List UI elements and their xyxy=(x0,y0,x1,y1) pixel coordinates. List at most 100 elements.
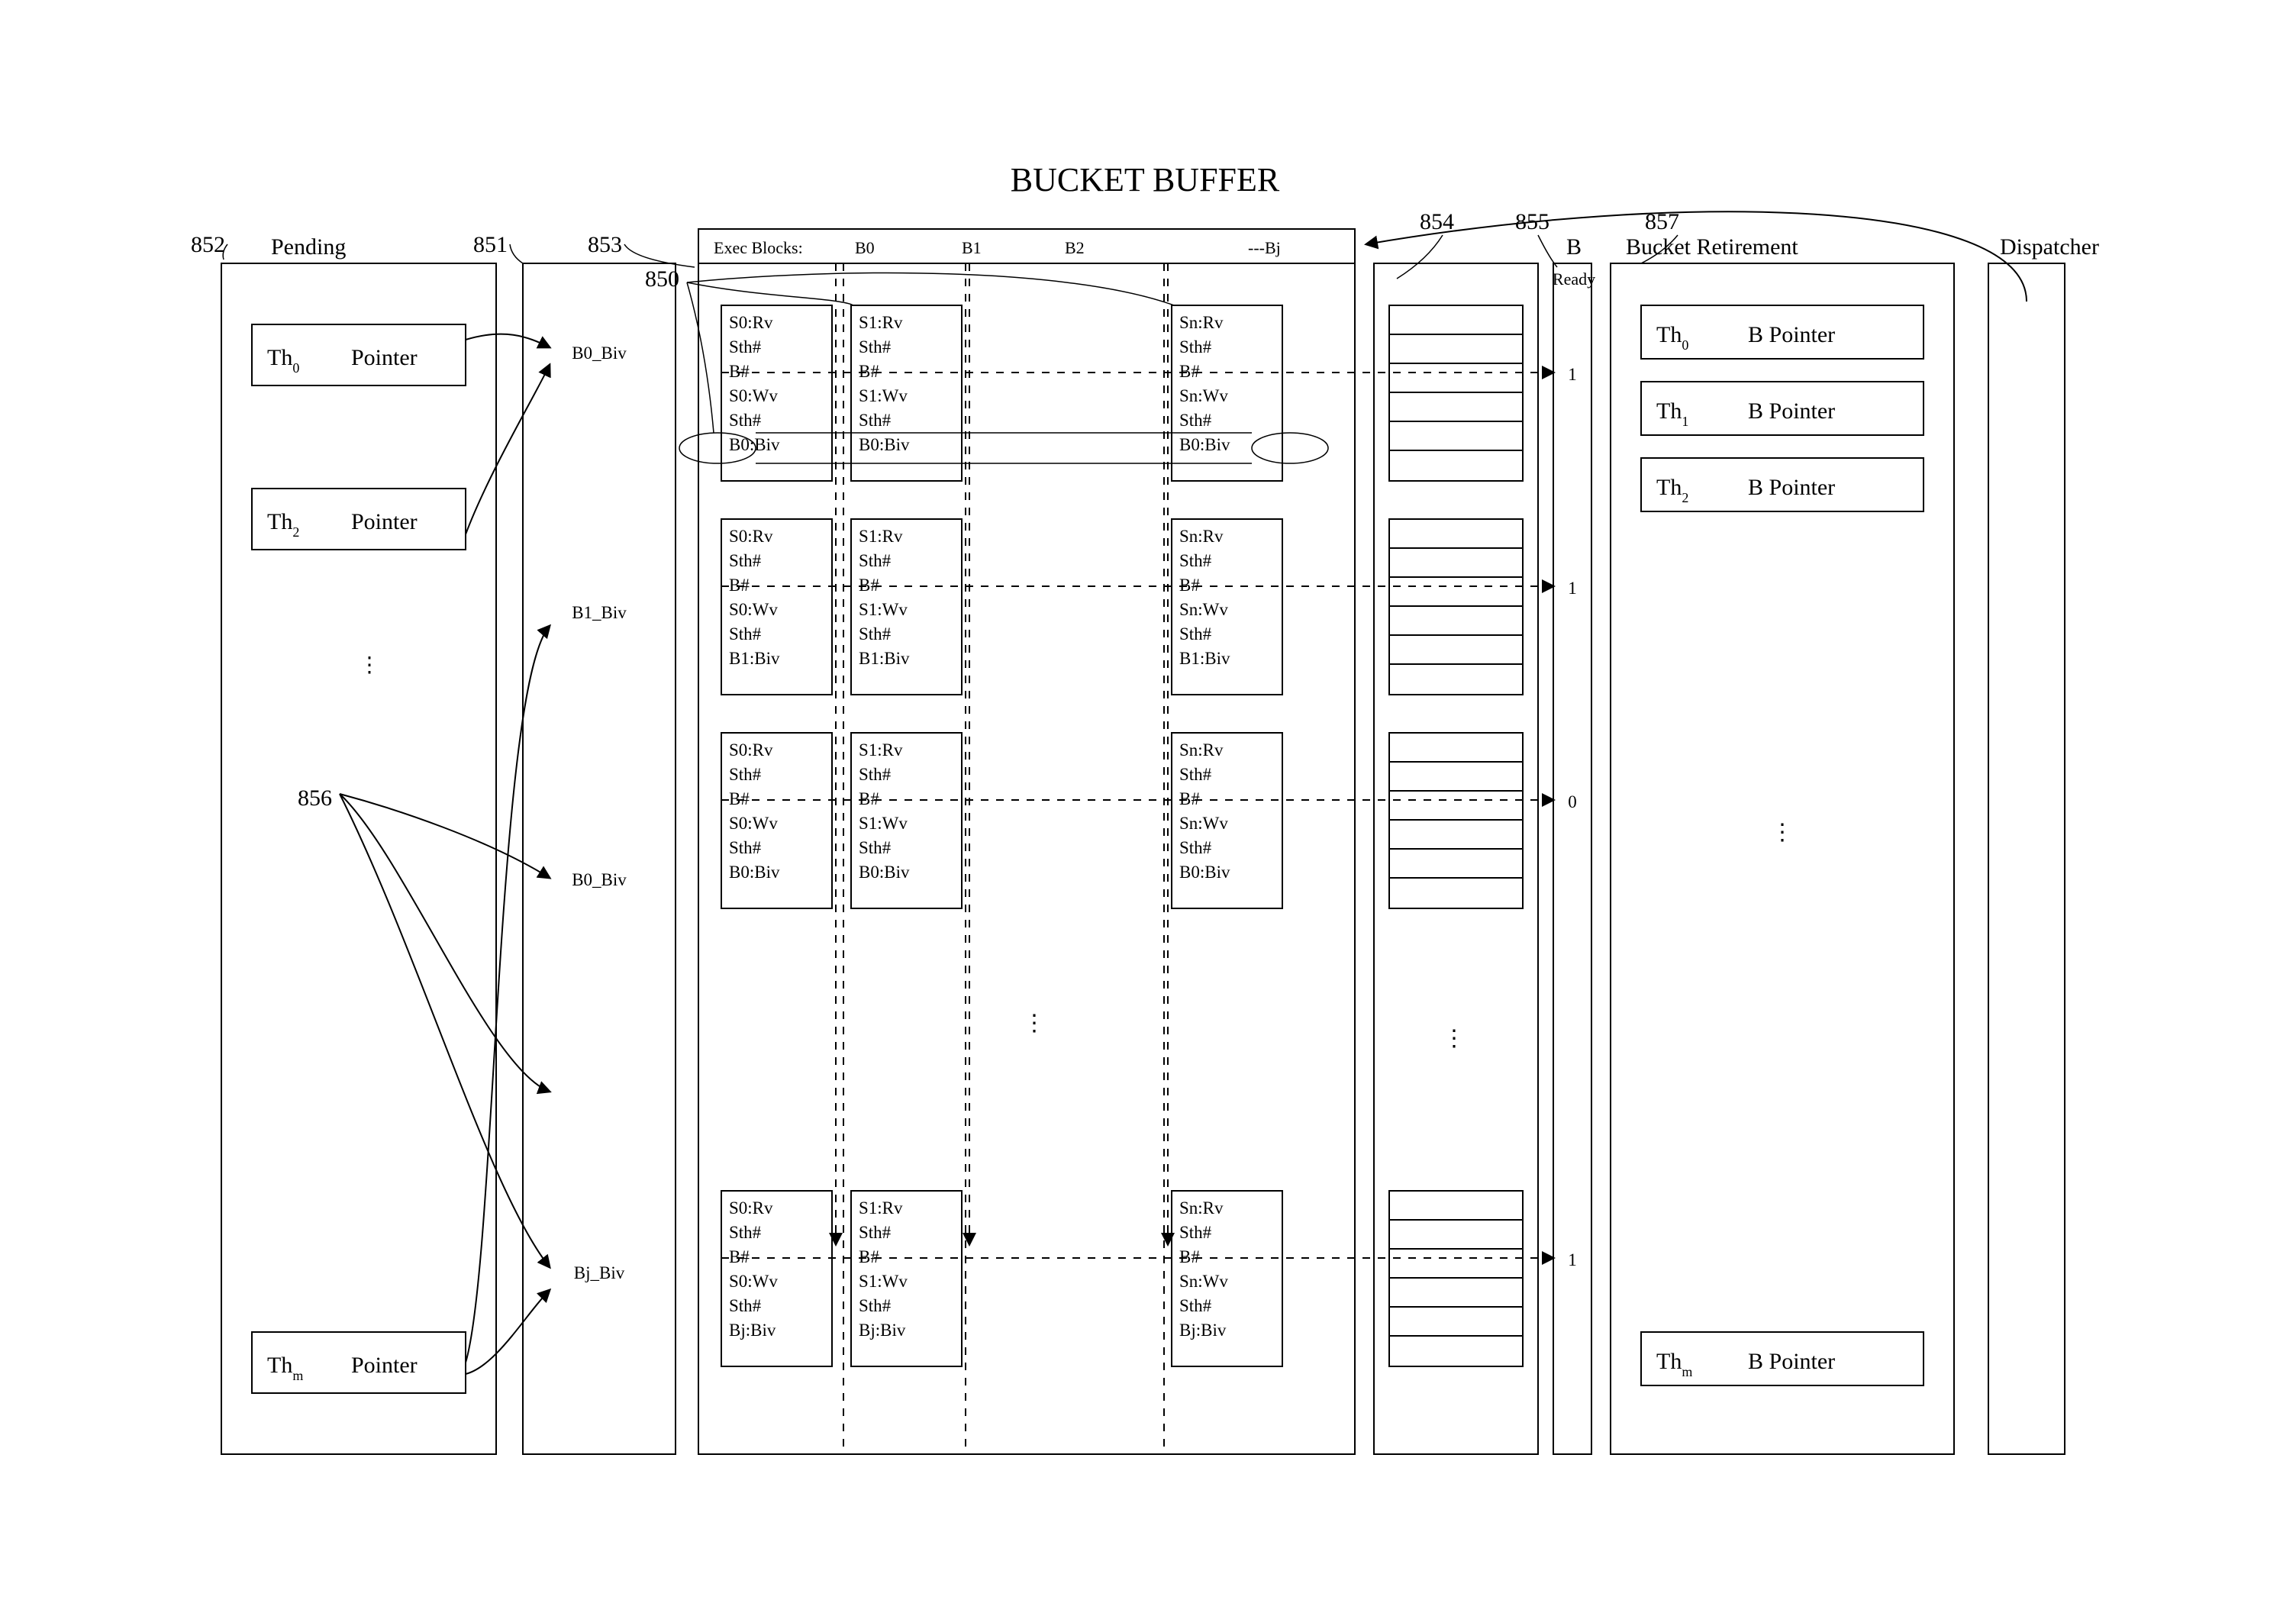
svg-text:Sth#: Sth# xyxy=(859,838,892,857)
label-dispatcher: Dispatcher xyxy=(2000,234,2099,260)
fanout-856 xyxy=(340,334,550,1374)
dispatcher-panel xyxy=(1366,211,2065,1454)
svg-text:Sn:Rv: Sn:Rv xyxy=(1179,527,1224,546)
svg-text:Sth#: Sth# xyxy=(729,1223,762,1242)
bhash-row-arrows xyxy=(721,263,1553,1258)
svg-text:S0:Wv: S0:Wv xyxy=(729,1272,778,1291)
pending-panel: Th0 Pointer Th2 Pointer ⋮ Thm Pointer xyxy=(221,263,496,1454)
ready-2: 1 xyxy=(1568,579,1577,598)
svg-text:B#: B# xyxy=(729,362,750,381)
exec-row-4: S0:Rv Sth# B# S0:Wv Sth# Bj:Biv S1:Rv St… xyxy=(721,1191,1282,1366)
svg-text:S0:Rv: S0:Rv xyxy=(729,313,773,332)
svg-text:B0:Biv: B0:Biv xyxy=(1179,863,1230,882)
svg-text:Sth#: Sth# xyxy=(859,411,892,430)
exec-header-label: Exec Blocks: xyxy=(714,238,803,257)
svg-text:Th2: Th2 xyxy=(1656,475,1688,505)
svg-text:B#: B# xyxy=(1179,1247,1200,1266)
label-b: B xyxy=(1566,234,1582,260)
svg-text:B0:Biv: B0:Biv xyxy=(1179,435,1230,454)
svg-text:Bj:Biv: Bj:Biv xyxy=(729,1321,776,1340)
svg-text:Sth#: Sth# xyxy=(859,624,892,643)
svg-text:B Pointer: B Pointer xyxy=(1748,322,1835,347)
svg-text:Bj:Biv: Bj:Biv xyxy=(1179,1321,1227,1340)
ref-850: 850 xyxy=(645,266,679,292)
svg-text:B1:Biv: B1:Biv xyxy=(1179,649,1230,668)
svg-text:Sth#: Sth# xyxy=(729,838,762,857)
svg-text:S0:Rv: S0:Rv xyxy=(729,740,773,760)
svg-text:S0:Wv: S0:Wv xyxy=(729,386,778,405)
svg-text:S0:Rv: S0:Rv xyxy=(729,527,773,546)
svg-text:Sn:Wv: Sn:Wv xyxy=(1179,1272,1228,1291)
biv-b0b: B0_Biv xyxy=(572,870,627,889)
svg-text:Sth#: Sth# xyxy=(1179,1223,1212,1242)
svg-text:Sth#: Sth# xyxy=(1179,1296,1212,1315)
label-bucket-retirement: Bucket Retirement xyxy=(1626,234,1798,260)
biv-b0: B0_Biv xyxy=(572,344,627,363)
svg-text:B#: B# xyxy=(1179,576,1200,595)
svg-text:Sth#: Sth# xyxy=(1179,838,1212,857)
svg-text:S1:Wv: S1:Wv xyxy=(859,386,908,405)
svg-text:⋮: ⋮ xyxy=(1023,1011,1046,1036)
svg-text:B#: B# xyxy=(859,1247,879,1266)
svg-text:Sth#: Sth# xyxy=(729,337,762,356)
svg-text:B#: B# xyxy=(859,789,879,808)
ref-852: 852 xyxy=(191,232,225,257)
exec-col-bj: ---Bj xyxy=(1248,238,1281,257)
exec-row-3: S0:Rv Sth# B# S0:Wv Sth# B0:Biv S1:Rv St… xyxy=(721,733,1282,908)
svg-text:S0:Rv: S0:Rv xyxy=(729,1198,773,1218)
svg-text:S1:Wv: S1:Wv xyxy=(859,1272,908,1291)
ref-853: 853 xyxy=(588,232,622,257)
svg-text:Thm: Thm xyxy=(1656,1349,1692,1379)
svg-text:B Pointer: B Pointer xyxy=(1748,398,1835,424)
ready-1: 1 xyxy=(1568,365,1577,384)
pending-thm-ptr: Pointer xyxy=(351,1353,418,1378)
svg-text:Sth#: Sth# xyxy=(729,411,762,430)
svg-text:S1:Wv: S1:Wv xyxy=(859,814,908,833)
pending-th0: Th0 xyxy=(267,345,299,376)
svg-text:S0:Wv: S0:Wv xyxy=(729,600,778,619)
svg-text:Th0: Th0 xyxy=(1656,322,1688,353)
ref-854: 854 xyxy=(1420,209,1454,234)
svg-text:S1:Rv: S1:Rv xyxy=(859,527,903,546)
ref-856: 856 xyxy=(298,785,332,811)
svg-text:B0:Biv: B0:Biv xyxy=(859,435,910,454)
svg-text:S1:Rv: S1:Rv xyxy=(859,1198,903,1218)
svg-text:B#: B# xyxy=(1179,362,1200,381)
svg-text:S1:Wv: S1:Wv xyxy=(859,600,908,619)
ready-column: 1 1 0 1 xyxy=(1553,263,1591,1454)
svg-text:Sth#: Sth# xyxy=(729,1296,762,1315)
svg-text:Sth#: Sth# xyxy=(1179,624,1212,643)
svg-text:B#: B# xyxy=(859,576,879,595)
bucket-retirement-panel: Th0 B Pointer Th1 B Pointer Th2 B Pointe… xyxy=(1611,263,1954,1454)
svg-text:Sn:Wv: Sn:Wv xyxy=(1179,386,1228,405)
exec-blocks-panel: Exec Blocks: B0 B1 B2 ---Bj xyxy=(698,229,1355,1454)
label-ready: Ready xyxy=(1553,269,1595,289)
exec-col-b0: B0 xyxy=(855,238,875,257)
svg-text:⋮: ⋮ xyxy=(359,653,380,677)
pending-th0-ptr: Pointer xyxy=(351,345,418,370)
merge-panel-854: ⋮ xyxy=(1374,263,1538,1454)
biv-b1: B1_Biv xyxy=(572,603,627,622)
svg-text:Sth#: Sth# xyxy=(859,765,892,784)
biv-column: B0_Biv B1_Biv B0_Biv Bj_Biv xyxy=(523,263,676,1454)
ready-4: 1 xyxy=(1568,1250,1577,1269)
exec-col-b2: B2 xyxy=(1065,238,1085,257)
svg-text:Sn:Rv: Sn:Rv xyxy=(1179,313,1224,332)
svg-text:S1:Rv: S1:Rv xyxy=(859,740,903,760)
svg-text:B#: B# xyxy=(729,1247,750,1266)
svg-text:B#: B# xyxy=(729,789,750,808)
svg-text:B#: B# xyxy=(1179,789,1200,808)
svg-text:Sth#: Sth# xyxy=(1179,337,1212,356)
biv-bj: Bj_Biv xyxy=(574,1263,625,1282)
svg-text:Sn:Wv: Sn:Wv xyxy=(1179,814,1228,833)
svg-text:Bj:Biv: Bj:Biv xyxy=(859,1321,906,1340)
exec-col-b1: B1 xyxy=(962,238,982,257)
svg-text:B1:Biv: B1:Biv xyxy=(859,649,910,668)
svg-text:B1:Biv: B1:Biv xyxy=(729,649,780,668)
svg-text:B Pointer: B Pointer xyxy=(1748,1349,1835,1374)
svg-text:Sn:Rv: Sn:Rv xyxy=(1179,1198,1224,1218)
ready-3: 0 xyxy=(1568,792,1577,811)
svg-text:S0:Wv: S0:Wv xyxy=(729,814,778,833)
exec-row-2: S0:Rv Sth# B# S0:Wv Sth# B1:Biv S1:Rv St… xyxy=(721,519,1282,695)
svg-text:Sth#: Sth# xyxy=(859,551,892,570)
